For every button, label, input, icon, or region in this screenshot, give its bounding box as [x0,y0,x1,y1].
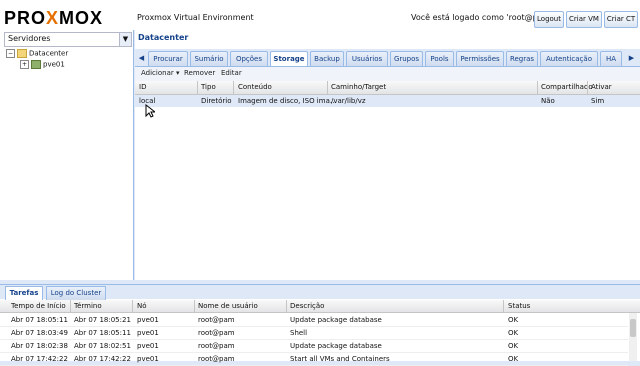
storage-toolbar: Adicionar ▾ Remover Editar [135,67,640,81]
tasks-scrollbar[interactable] [629,313,637,361]
tab-ha[interactable]: HA [600,51,622,66]
cell-user: root@pam [198,355,235,363]
folder-icon [17,49,27,58]
app-title: Proxmox Virtual Environment [137,13,254,22]
cell-path: /var/lib/vz [331,97,366,105]
cell-description: Update package database [290,342,382,350]
cell-end: Abr 07 18:05:21 [74,316,131,324]
logout-button[interactable]: Logout [534,11,564,28]
column-header[interactable]: Tipo [201,83,216,91]
log-tab-bar: Tarefas Log do Cluster [0,285,640,300]
view-select[interactable]: Servidores ▼ [4,32,132,47]
table-row[interactable]: local Diretório Imagem de disco, ISO ima… [135,95,640,107]
column-header[interactable]: Status [508,302,530,310]
cell-start: Abr 07 18:05:11 [11,316,68,324]
cell-status: OK [508,355,519,363]
cell-end: Abr 07 18:02:51 [74,342,131,350]
tab-autenticacao[interactable]: Autenticação [540,51,598,66]
scrollbar-thumb[interactable] [630,319,636,337]
tab-regras[interactable]: Regras [506,51,538,66]
cell-description: Shell [290,329,308,337]
tree-item-label: pve01 [43,60,65,69]
cell-status: OK [508,316,519,324]
mouse-cursor-icon [145,104,155,118]
tab-bar: ◀ Procurar Sumário Opções Storage Backup… [135,49,640,67]
logged-in-status: Você está logado como 'root@pam' [411,13,553,22]
tab-sumario[interactable]: Sumário [190,51,228,66]
tasks-grid-header: Tempo de Início Término Nó Nome de usuár… [0,300,640,313]
column-header[interactable]: Descrição [290,302,324,310]
column-header[interactable]: Término [74,302,102,310]
add-button[interactable]: Adicionar ▾ [141,69,179,77]
scroll-left-icon[interactable]: ◀ [137,53,146,63]
column-header[interactable]: ID [139,83,146,91]
cell-start: Abr 07 18:02:38 [11,342,68,350]
remove-button[interactable]: Remover [184,69,215,77]
cell-node: pve01 [137,355,159,363]
table-row[interactable]: Abr 07 18:05:11 Abr 07 18:05:21 pve01 ro… [0,314,628,327]
tab-tarefas[interactable]: Tarefas [5,286,43,300]
cell-status: OK [508,329,519,337]
cell-user: root@pam [198,329,235,337]
tab-permissoes[interactable]: Permissões [456,51,504,66]
collapse-icon[interactable]: − [6,49,15,58]
cell-type: Diretório [201,97,232,105]
tab-grupos[interactable]: Grupos [390,51,423,66]
tree-item-label: Datacenter [29,49,69,58]
cell-start: Abr 07 18:03:49 [11,329,68,337]
server-icon [31,60,41,69]
storage-grid-header: ID Tipo Conteúdo Caminho/Target Comparti… [135,81,640,95]
table-row[interactable]: Abr 07 18:02:38 Abr 07 18:02:51 pve01 ro… [0,340,628,353]
column-header[interactable]: Caminho/Target [331,83,386,91]
cell-node: pve01 [137,329,159,337]
tab-backup[interactable]: Backup [310,51,344,66]
cell-end: Abr 07 17:42:22 [74,355,131,363]
tree-item-pve01[interactable]: + pve01 [20,60,65,71]
cell-node: pve01 [137,342,159,350]
scroll-right-icon[interactable]: ▶ [627,53,636,63]
tab-opcoes[interactable]: Opções [230,51,268,66]
tab-storage[interactable]: Storage [270,51,308,66]
tab-usuarios[interactable]: Usuários [346,51,388,66]
top-header: PROXMOX Proxmox Virtual Environment Você… [0,0,640,30]
tab-pools[interactable]: Pools [425,51,454,66]
column-header[interactable]: Ativar [591,83,612,91]
cell-description: Start all VMs and Containers [290,355,390,363]
cell-shared: Não [541,97,555,105]
cell-status: OK [508,342,519,350]
cell-enabled: Sim [591,97,605,105]
log-panel: Tarefas Log do Cluster Tempo de Início T… [0,284,640,366]
cell-content: Imagem de disco, ISO ima… [238,97,337,105]
tree-item-datacenter[interactable]: − Datacenter [6,49,68,60]
resource-tree-panel: Servidores ▼ − Datacenter + pve01 [0,30,134,280]
cell-node: pve01 [137,316,159,324]
cell-user: root@pam [198,342,235,350]
tab-procurar[interactable]: Procurar [148,51,188,66]
cell-user: root@pam [198,316,235,324]
edit-button[interactable]: Editar [221,69,242,77]
create-ct-button[interactable]: Criar CT [604,11,638,28]
column-header[interactable]: Nome de usuário [198,302,258,310]
tab-log-cluster[interactable]: Log do Cluster [46,286,106,300]
cell-start: Abr 07 17:42:22 [11,355,68,363]
view-select-value: Servidores [8,34,51,43]
column-header[interactable]: Nó [137,302,147,310]
column-header[interactable]: Compartilhado [541,83,593,91]
datacenter-panel: Datacenter ◀ Procurar Sumário Opções Sto… [135,30,640,280]
column-header[interactable]: Conteúdo [238,83,272,91]
table-row[interactable]: Abr 07 18:03:49 Abr 07 18:05:11 pve01 ro… [0,327,628,340]
expand-icon[interactable]: + [20,60,29,69]
column-header[interactable]: Tempo de Início [11,302,66,310]
cell-description: Update package database [290,316,382,324]
chevron-down-icon[interactable]: ▼ [119,33,131,46]
create-vm-button[interactable]: Criar VM [566,11,602,28]
panel-title: Datacenter [138,33,189,42]
proxmox-logo: PROXMOX [4,8,104,28]
cell-end: Abr 07 18:05:11 [74,329,131,337]
